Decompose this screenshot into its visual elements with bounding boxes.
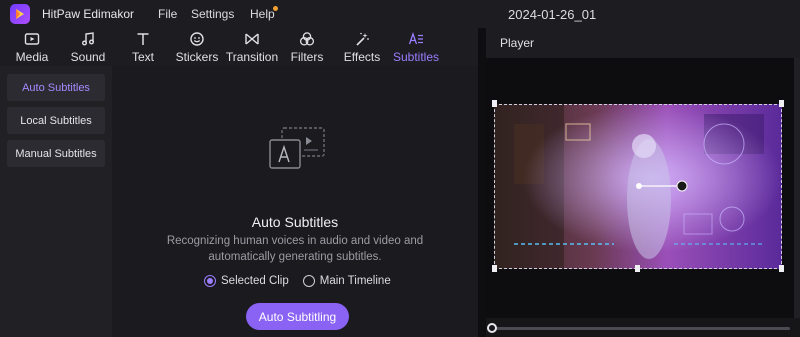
music-note-icon: [79, 30, 97, 48]
radio-selected-clip[interactable]: [204, 275, 216, 287]
app-logo-icon: [10, 4, 30, 24]
playhead-knob[interactable]: [487, 323, 497, 333]
sidebar-item-manual-subtitles[interactable]: Manual Subtitles: [7, 140, 105, 167]
tab-stickers[interactable]: Stickers: [176, 28, 218, 66]
menu-file[interactable]: File: [158, 7, 177, 21]
tab-text[interactable]: Text: [128, 28, 158, 66]
menu-help[interactable]: Help: [250, 7, 275, 21]
menu-settings[interactable]: Settings: [191, 7, 234, 21]
filters-icon: [298, 30, 316, 48]
app-title: HitPaw Edimakor: [42, 7, 135, 21]
subtitle-clip-icon: [269, 127, 325, 169]
text-icon: [134, 30, 152, 48]
tab-subtitles[interactable]: Subtitles: [392, 28, 440, 66]
media-icon: [23, 30, 41, 48]
help-notification-dot: [273, 6, 278, 11]
resize-handle-bottom-right[interactable]: [779, 265, 784, 272]
tab-filters-label: Filters: [290, 50, 324, 64]
tab-subtitles-label: Subtitles: [392, 50, 440, 64]
panel-divider[interactable]: [478, 28, 486, 337]
player-canvas: [486, 58, 800, 318]
auto-subtitling-button[interactable]: Auto Subtitling: [246, 303, 349, 330]
tab-media[interactable]: Media: [14, 28, 50, 66]
radio-main-timeline-label[interactable]: Main Timeline: [320, 275, 391, 287]
subtitles-sidebar: Auto Subtitles Local Subtitles Manual Su…: [0, 66, 112, 337]
resize-handle-top-right[interactable]: [779, 100, 784, 107]
tab-effects-label: Effects: [343, 50, 381, 64]
tab-sound[interactable]: Sound: [70, 28, 106, 66]
tab-filters[interactable]: Filters: [290, 28, 324, 66]
panel-title: Auto Subtitles: [251, 214, 339, 230]
left-panel: Media Sound Text Stickers Transition Fil…: [0, 28, 478, 337]
transition-icon: [243, 30, 261, 48]
title-bar: HitPaw Edimakor File Settings Help 2024-…: [0, 0, 800, 28]
tab-media-label: Media: [15, 50, 49, 64]
sidebar-item-auto-subtitles[interactable]: Auto Subtitles: [7, 74, 105, 101]
tab-transition-label: Transition: [225, 50, 279, 64]
player-scrollbar[interactable]: [794, 58, 800, 318]
project-title: 2024-01-26_01: [508, 7, 597, 22]
subtitles-icon: [407, 30, 425, 48]
sticker-icon: [188, 30, 206, 48]
selection-box[interactable]: [494, 104, 782, 269]
player-panel: Player: [486, 28, 800, 337]
resize-handle-bottom-center[interactable]: [635, 265, 640, 272]
tab-effects[interactable]: Effects: [344, 28, 380, 66]
media-toolbar: Media Sound Text Stickers Transition Fil…: [0, 28, 478, 66]
resize-handle-bottom-left[interactable]: [492, 265, 497, 272]
sidebar-item-local-subtitles[interactable]: Local Subtitles: [7, 107, 105, 134]
tab-sound-label: Sound: [70, 50, 106, 64]
radio-selected-clip-label[interactable]: Selected Clip: [221, 275, 289, 287]
scope-options: Selected Clip Main Timeline: [204, 275, 391, 287]
tab-stickers-label: Stickers: [175, 50, 219, 64]
player-header: Player: [486, 28, 800, 58]
effects-wand-icon: [353, 30, 371, 48]
player-timeline: [486, 318, 800, 337]
tab-transition[interactable]: Transition: [226, 28, 278, 66]
panel-description: Recognizing human voices in audio and vi…: [166, 235, 424, 263]
tab-text-label: Text: [131, 50, 154, 64]
progress-track[interactable]: [494, 327, 790, 330]
player-label: Player: [500, 36, 535, 50]
radio-main-timeline[interactable]: [302, 275, 315, 287]
auto-subtitles-panel: Auto Subtitles Recognizing human voices …: [112, 66, 478, 337]
resize-handle-top-left[interactable]: [492, 100, 497, 107]
